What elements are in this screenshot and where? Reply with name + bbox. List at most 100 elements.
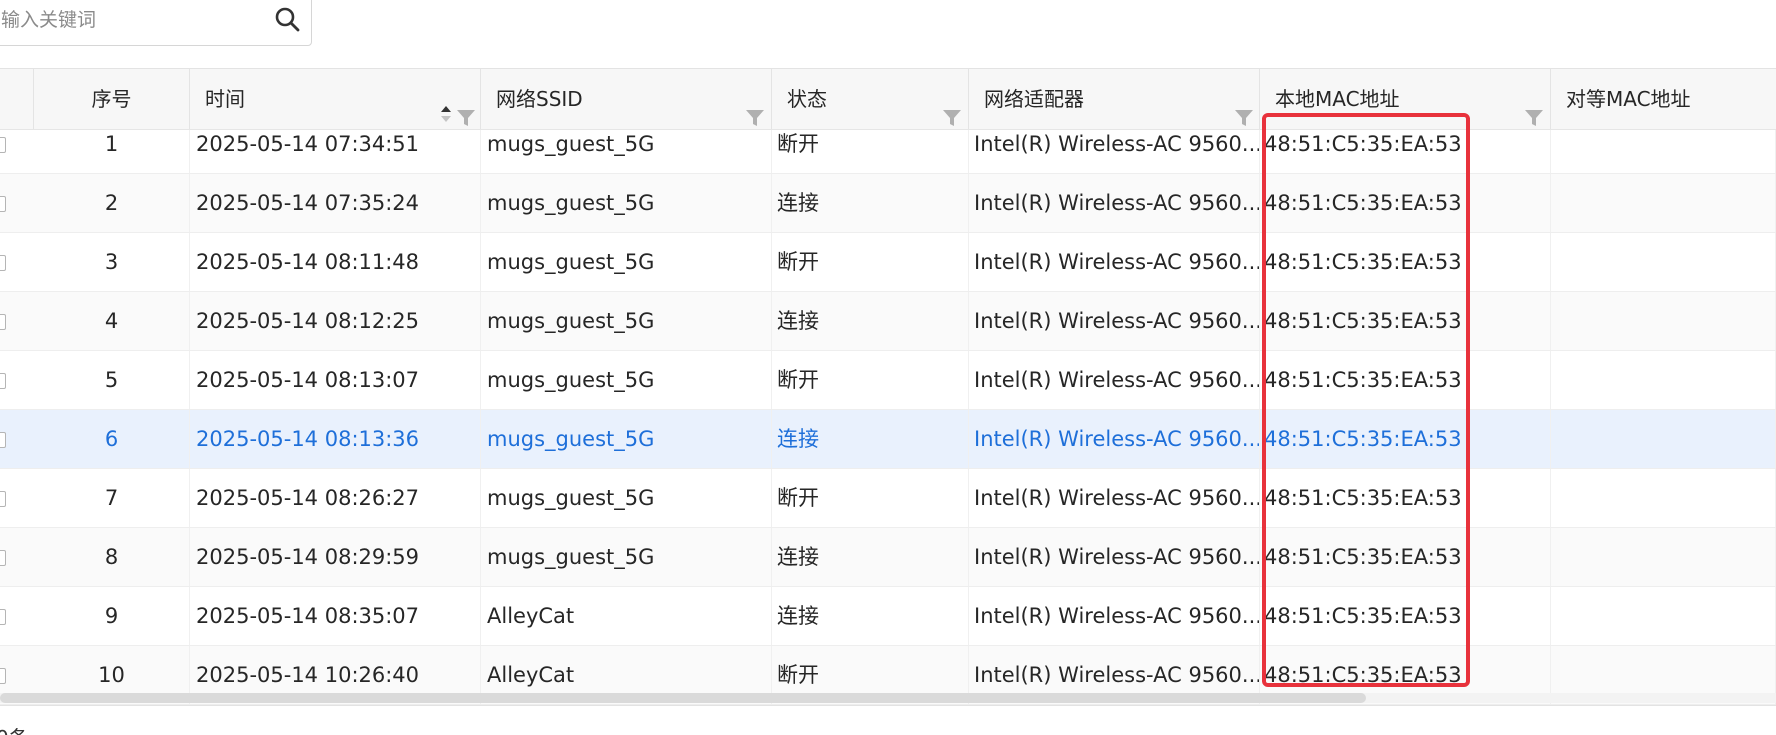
cell-index: 7 bbox=[34, 469, 190, 527]
cell-ssid: mugs_guest_5G bbox=[481, 292, 772, 350]
row-checkbox[interactable] bbox=[0, 373, 6, 389]
table-row[interactable]: 2 2025-05-14 07:35:24 mugs_guest_5G 连接 Intel… bbox=[0, 174, 1776, 233]
table-row[interactable]: 6 2025-05-14 08:13:36 mugs_guest_5G 连接 Intel… bbox=[0, 410, 1776, 469]
cell-ssid: mugs_guest_5G bbox=[481, 410, 772, 468]
row-checkbox[interactable] bbox=[0, 314, 6, 330]
cell-index: 3 bbox=[34, 233, 190, 291]
cell-adapter: Intel(R) Wireless-AC 9560... bbox=[969, 528, 1260, 586]
cell-status: 断开 bbox=[772, 351, 969, 409]
sort-icon[interactable] bbox=[440, 88, 452, 122]
row-checkbox[interactable] bbox=[0, 137, 6, 153]
cell-time: 2025-05-14 08:13:36 bbox=[190, 410, 481, 468]
header-label: 网络SSID bbox=[496, 87, 583, 111]
header-adapter[interactable]: 网络适配器 bbox=[969, 69, 1260, 129]
cell-time: 2025-05-14 08:29:59 bbox=[190, 528, 481, 586]
cell-adapter: Intel(R) Wireless-AC 9560... bbox=[969, 351, 1260, 409]
cell-status: 断开 bbox=[772, 469, 969, 527]
table-row[interactable]: 8 2025-05-14 08:29:59 mugs_guest_5G 连接 Intel… bbox=[0, 528, 1776, 587]
cell-local-mac: 48:51:C5:35:EA:53 bbox=[1260, 292, 1551, 350]
footer-divider bbox=[0, 705, 1776, 706]
header-local-mac[interactable]: 本地MAC地址 bbox=[1260, 69, 1551, 129]
cell-time: 2025-05-14 07:35:24 bbox=[190, 174, 481, 232]
cell-adapter: Intel(R) Wireless-AC 9560... bbox=[969, 587, 1260, 645]
cell-local-mac: 48:51:C5:35:EA:53 bbox=[1260, 174, 1551, 232]
wifi-history-table: 10 2025-05-14 10:26:40 AlleyCat 断开 Intel(R) … bbox=[0, 68, 1776, 707]
cell-status: 连接 bbox=[772, 587, 969, 645]
cell-adapter: Intel(R) Wireless-AC 9560... bbox=[969, 174, 1260, 232]
cell-local-mac: 48:51:C5:35:EA:53 bbox=[1260, 587, 1551, 645]
search-icon[interactable] bbox=[273, 5, 301, 33]
cell-ssid: mugs_guest_5G bbox=[481, 351, 772, 409]
filter-icon[interactable] bbox=[1234, 90, 1254, 126]
row-checkbox[interactable] bbox=[0, 609, 6, 625]
header-label: 序号 bbox=[91, 87, 132, 111]
cell-local-mac: 48:51:C5:35:EA:53 bbox=[1260, 469, 1551, 527]
header-label: 状态 bbox=[787, 87, 827, 111]
cell-peer-mac bbox=[1551, 174, 1776, 232]
header-time[interactable]: 时间 bbox=[190, 69, 481, 129]
cell-time: 2025-05-14 08:35:07 bbox=[190, 587, 481, 645]
cell-peer-mac bbox=[1551, 292, 1776, 350]
header-label: 时间 bbox=[205, 87, 245, 111]
header-index[interactable]: 序号 bbox=[34, 69, 190, 129]
row-checkbox[interactable] bbox=[0, 491, 6, 507]
cell-index: 6 bbox=[34, 410, 190, 468]
filter-icon[interactable] bbox=[942, 90, 962, 126]
cell-ssid: AlleyCat bbox=[481, 587, 772, 645]
header-label: 对等MAC地址 bbox=[1566, 87, 1691, 111]
cell-ssid: mugs_guest_5G bbox=[481, 174, 772, 232]
cell-adapter: Intel(R) Wireless-AC 9560... bbox=[969, 469, 1260, 527]
cell-index: 9 bbox=[34, 587, 190, 645]
cell-time: 2025-05-14 08:11:48 bbox=[190, 233, 481, 291]
cell-index: 5 bbox=[34, 351, 190, 409]
header-ssid[interactable]: 网络SSID bbox=[481, 69, 772, 129]
cell-ssid: mugs_guest_5G bbox=[481, 469, 772, 527]
cell-adapter: Intel(R) Wireless-AC 9560... bbox=[969, 292, 1260, 350]
cell-peer-mac bbox=[1551, 587, 1776, 645]
cell-ssid: mugs_guest_5G bbox=[481, 528, 772, 586]
cell-index: 4 bbox=[34, 292, 190, 350]
row-checkbox[interactable] bbox=[0, 432, 6, 448]
header-label: 本地MAC地址 bbox=[1275, 87, 1400, 111]
cell-time: 2025-05-14 08:12:25 bbox=[190, 292, 481, 350]
cell-time: 2025-05-14 08:26:27 bbox=[190, 469, 481, 527]
table-row[interactable]: 3 2025-05-14 08:11:48 mugs_guest_5G 断开 Intel… bbox=[0, 233, 1776, 292]
table-row[interactable]: 4 2025-05-14 08:12:25 mugs_guest_5G 连接 Intel… bbox=[0, 292, 1776, 351]
header-select bbox=[0, 69, 34, 129]
cell-local-mac: 48:51:C5:35:EA:53 bbox=[1260, 233, 1551, 291]
header-peer-mac[interactable]: 对等MAC地址 bbox=[1551, 69, 1776, 129]
cell-status: 连接 bbox=[772, 528, 969, 586]
table-header: 序号 时间 网络SSID 状态 网络适配器 本地MAC地址 对等MAC地址 bbox=[0, 69, 1776, 130]
filter-icon[interactable] bbox=[456, 90, 476, 126]
cell-status: 连接 bbox=[772, 292, 969, 350]
table-row[interactable]: 7 2025-05-14 08:26:27 mugs_guest_5G 断开 Intel… bbox=[0, 469, 1776, 528]
cell-adapter: Intel(R) Wireless-AC 9560... bbox=[969, 410, 1260, 468]
cell-status: 断开 bbox=[772, 233, 969, 291]
cell-ssid: mugs_guest_5G bbox=[481, 233, 772, 291]
cell-local-mac: 48:51:C5:35:EA:53 bbox=[1260, 351, 1551, 409]
scrollbar-thumb[interactable] bbox=[0, 693, 1366, 703]
search-box bbox=[0, 0, 312, 46]
table-row[interactable]: 5 2025-05-14 08:13:07 mugs_guest_5G 断开 Intel… bbox=[0, 351, 1776, 410]
cell-index: 2 bbox=[34, 174, 190, 232]
row-checkbox[interactable] bbox=[0, 668, 6, 684]
header-status[interactable]: 状态 bbox=[772, 69, 969, 129]
table-row[interactable]: 9 2025-05-14 08:35:07 AlleyCat 连接 Intel(R) W… bbox=[0, 587, 1776, 646]
cell-time: 2025-05-14 08:13:07 bbox=[190, 351, 481, 409]
cell-peer-mac bbox=[1551, 351, 1776, 409]
wifi-history-page: 102025-05-14 10:26:40AlleyCat断开Intel(R) … bbox=[0, 0, 1776, 735]
record-count: 0条 bbox=[0, 722, 29, 735]
header-label: 网络适配器 bbox=[984, 87, 1084, 111]
cell-peer-mac bbox=[1551, 469, 1776, 527]
row-checkbox[interactable] bbox=[0, 550, 6, 566]
filter-icon[interactable] bbox=[745, 90, 765, 126]
cell-peer-mac bbox=[1551, 233, 1776, 291]
search-input[interactable] bbox=[0, 3, 261, 37]
cell-index: 8 bbox=[34, 528, 190, 586]
cell-peer-mac bbox=[1551, 528, 1776, 586]
row-checkbox[interactable] bbox=[0, 196, 6, 212]
row-checkbox[interactable] bbox=[0, 255, 6, 271]
cell-status: 连接 bbox=[772, 410, 969, 468]
horizontal-scrollbar[interactable] bbox=[0, 693, 1776, 703]
filter-icon[interactable] bbox=[1524, 90, 1544, 126]
